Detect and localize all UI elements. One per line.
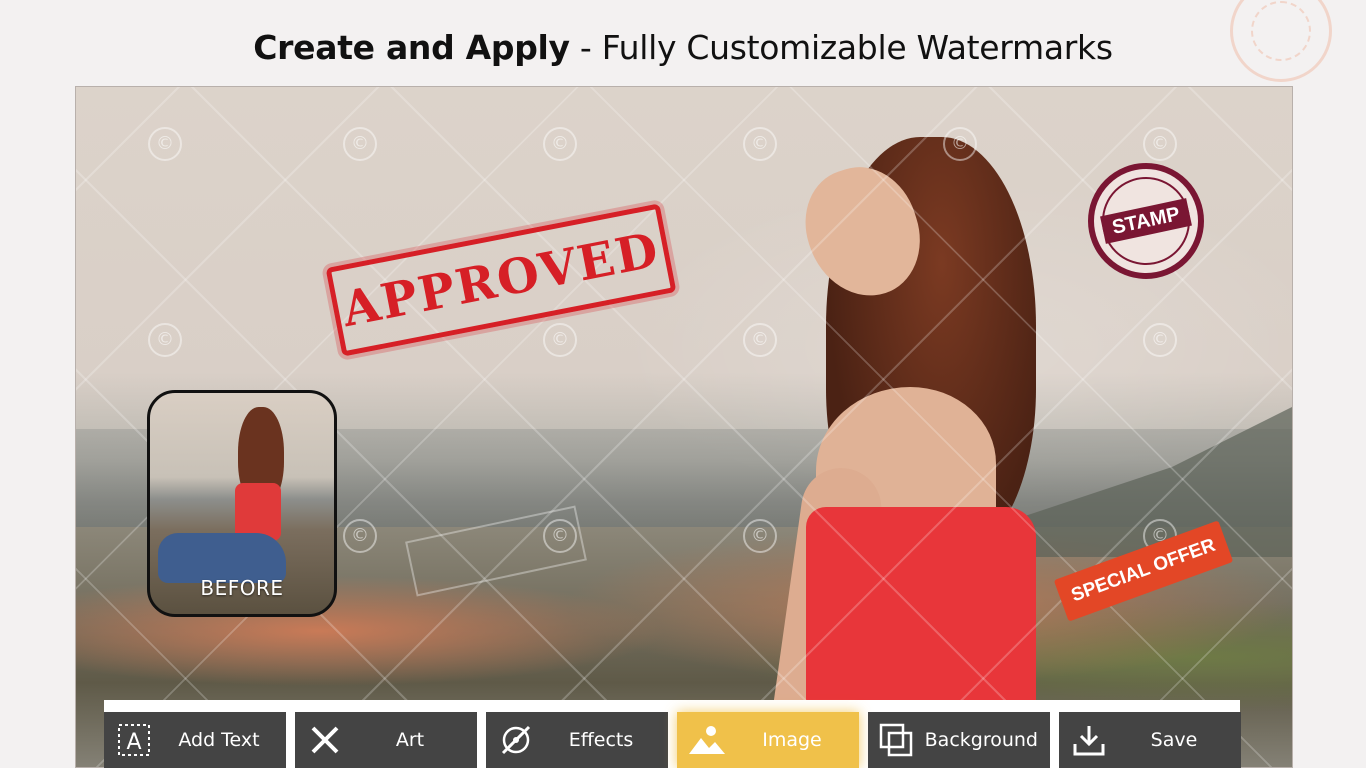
before-label: BEFORE	[200, 576, 284, 600]
background-button[interactable]: Background	[868, 712, 1050, 768]
copyright-icon: ©	[543, 323, 577, 357]
woman-subject	[765, 137, 1076, 767]
copyright-icon: ©	[148, 323, 182, 357]
headline-bold: Create and Apply	[253, 28, 570, 67]
save-label: Save	[1150, 729, 1198, 751]
copyright-icon: ©	[343, 127, 377, 161]
add-text-label: Add Text	[178, 729, 260, 751]
copyright-icon: ©	[148, 127, 182, 161]
art-icon	[295, 722, 355, 758]
circle-stamp[interactable]: STAMP	[1088, 163, 1204, 279]
page-headline: Create and Apply - Fully Customizable Wa…	[0, 28, 1366, 67]
copyright-icon: ©	[743, 127, 777, 161]
image-label: Image	[762, 729, 822, 751]
copyright-icon: ©	[1143, 127, 1177, 161]
effects-icon	[486, 721, 546, 759]
headline-rest: - Fully Customizable Watermarks	[569, 28, 1113, 67]
copyright-icon: ©	[943, 127, 977, 161]
effects-button[interactable]: Effects	[486, 712, 668, 768]
copyright-icon: ©	[343, 519, 377, 553]
corner-stamp-logo	[1230, 0, 1332, 82]
approved-stamp[interactable]: APPROVED	[325, 203, 677, 357]
copyright-icon: ©	[543, 127, 577, 161]
image-button[interactable]: Image	[677, 712, 859, 768]
before-thumbnail: BEFORE	[147, 390, 337, 617]
background-label: Background	[924, 729, 1038, 751]
copyright-icon: ©	[743, 323, 777, 357]
art-label: Art	[395, 729, 425, 751]
save-icon	[1059, 722, 1119, 758]
add-text-button[interactable]: A Add Text	[104, 712, 286, 768]
background-icon	[868, 722, 925, 758]
svg-text:A: A	[126, 730, 141, 755]
bottom-toolbar: A Add Text Art Effects Image Background …	[104, 700, 1241, 768]
effects-label: Effects	[568, 729, 634, 751]
image-icon	[677, 724, 737, 756]
add-text-icon: A	[104, 722, 164, 758]
copyright-icon: ©	[743, 519, 777, 553]
copyright-icon: ©	[1143, 323, 1177, 357]
save-button[interactable]: Save	[1059, 712, 1241, 768]
art-button[interactable]: Art	[295, 712, 477, 768]
